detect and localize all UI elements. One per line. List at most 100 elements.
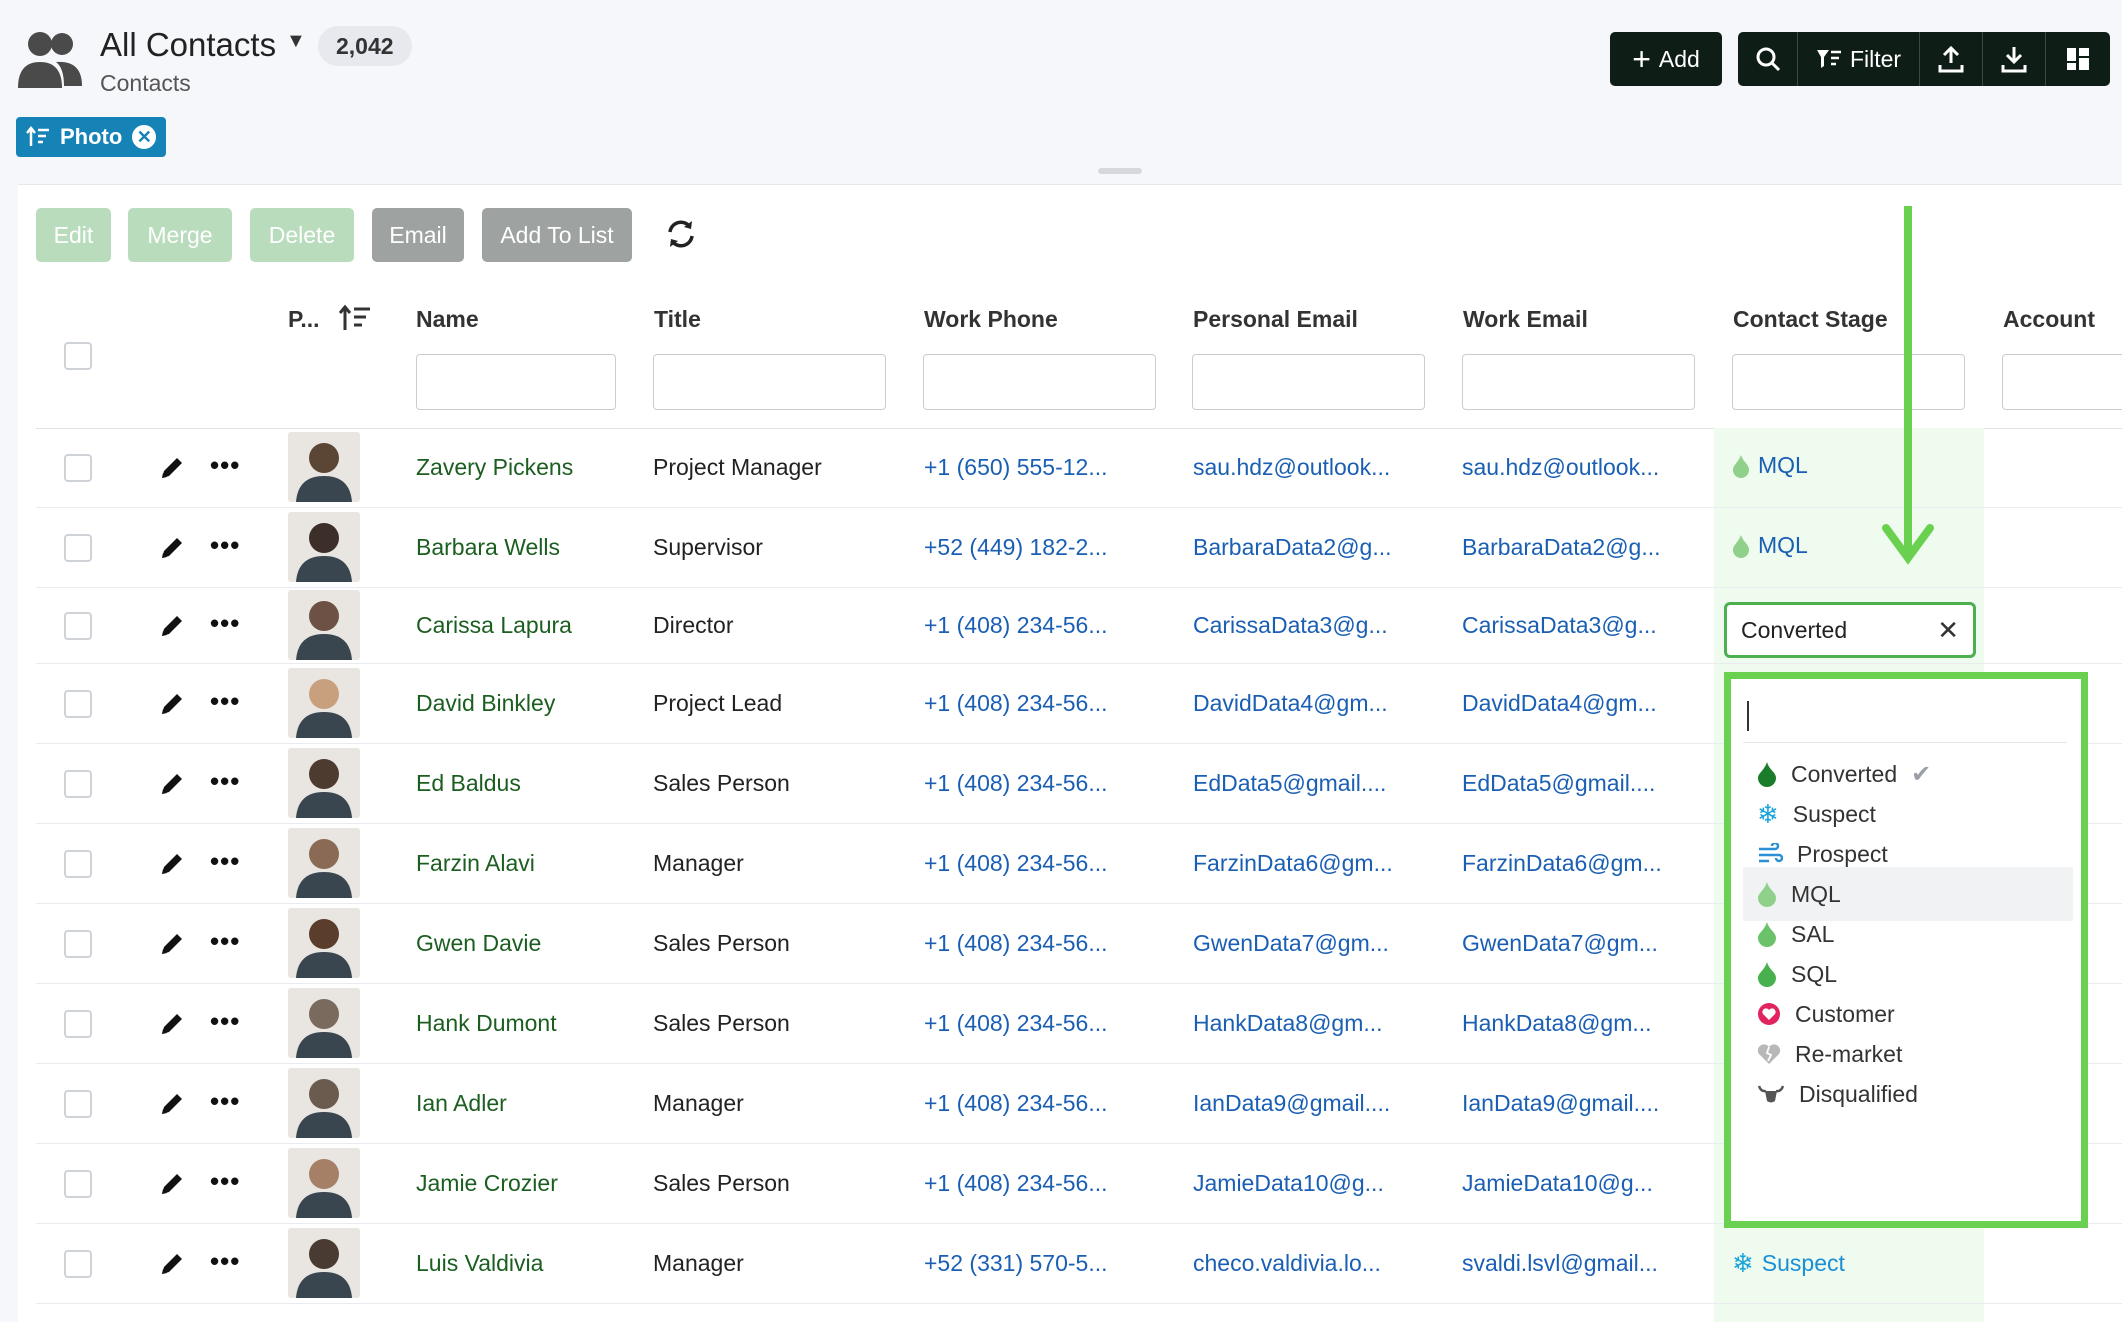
- contact-name-link[interactable]: David Binkley: [416, 690, 555, 717]
- personal-email-link[interactable]: sau.hdz@outlook...: [1193, 454, 1390, 481]
- personal-email-link[interactable]: JamieData10@g...: [1193, 1170, 1384, 1197]
- work-phone-link[interactable]: +1 (408) 234-56...: [924, 612, 1107, 639]
- stage-option-disqualified[interactable]: Disqualified: [1743, 1067, 2073, 1121]
- pencil-icon[interactable]: [158, 1090, 186, 1118]
- contact-name-link[interactable]: Luis Valdivia: [416, 1250, 543, 1277]
- avatar[interactable]: [288, 748, 360, 818]
- more-actions-icon[interactable]: •••: [210, 450, 240, 481]
- contact-name-link[interactable]: Zavery Pickens: [416, 454, 573, 481]
- row-checkbox[interactable]: [64, 850, 92, 878]
- contact-name-link[interactable]: Ian Adler: [416, 1090, 507, 1117]
- column-header-account[interactable]: Account: [2003, 306, 2095, 333]
- contact-stage-pill[interactable]: MQL: [1732, 532, 1808, 559]
- edit-button[interactable]: Edit: [36, 208, 111, 262]
- row-checkbox[interactable]: [64, 1010, 92, 1038]
- pencil-icon[interactable]: [158, 454, 186, 482]
- row-checkbox[interactable]: [64, 930, 92, 958]
- personal-email-link[interactable]: HankData8@gm...: [1193, 1010, 1383, 1037]
- drag-handle[interactable]: [1098, 168, 1142, 174]
- pencil-icon[interactable]: [158, 534, 186, 562]
- avatar[interactable]: [288, 432, 360, 502]
- account-filter-input[interactable]: [2002, 354, 2122, 410]
- work-email-link[interactable]: FarzinData6@gm...: [1462, 850, 1662, 877]
- personal-email-link[interactable]: FarzinData6@gm...: [1193, 850, 1393, 877]
- row-checkbox[interactable]: [64, 534, 92, 562]
- pencil-icon[interactable]: [158, 850, 186, 878]
- work-phone-link[interactable]: +1 (408) 234-56...: [924, 1090, 1107, 1117]
- pencil-icon[interactable]: [158, 690, 186, 718]
- name-filter-input[interactable]: [416, 354, 616, 410]
- contact-name-link[interactable]: Jamie Crozier: [416, 1170, 558, 1197]
- work-email-link[interactable]: DavidData4@gm...: [1462, 690, 1657, 717]
- more-actions-icon[interactable]: •••: [210, 1086, 240, 1117]
- more-actions-icon[interactable]: •••: [210, 1246, 240, 1277]
- row-checkbox[interactable]: [64, 1170, 92, 1198]
- layout-button[interactable]: [2046, 32, 2110, 86]
- contact-stage-pill[interactable]: MQL: [1732, 452, 1808, 479]
- work-phone-link[interactable]: +1 (408) 234-56...: [924, 1170, 1107, 1197]
- contact-name-link[interactable]: Ed Baldus: [416, 770, 521, 797]
- more-actions-icon[interactable]: •••: [210, 608, 240, 639]
- column-header-title[interactable]: Title: [654, 306, 701, 333]
- work-email-link[interactable]: GwenData7@gm...: [1462, 930, 1658, 957]
- row-checkbox[interactable]: [64, 690, 92, 718]
- title-filter-input[interactable]: [653, 354, 886, 410]
- sort-chip-photo[interactable]: Photo ✕: [16, 117, 167, 157]
- avatar[interactable]: [288, 512, 360, 582]
- avatar[interactable]: [288, 668, 360, 738]
- pencil-icon[interactable]: [158, 1010, 186, 1038]
- personal-email-link[interactable]: IanData9@gmail....: [1193, 1090, 1390, 1117]
- avatar[interactable]: [288, 1148, 360, 1218]
- column-header-contact-stage[interactable]: Contact Stage: [1733, 306, 1888, 333]
- work-phone-link[interactable]: +1 (408) 234-56...: [924, 1010, 1107, 1037]
- contact-name-link[interactable]: Hank Dumont: [416, 1010, 557, 1037]
- contact-stage-pill[interactable]: ❄ Suspect: [1732, 1248, 1845, 1279]
- search-button[interactable]: [1738, 32, 1798, 86]
- more-actions-icon[interactable]: •••: [210, 926, 240, 957]
- pencil-icon[interactable]: [158, 930, 186, 958]
- work-email-link[interactable]: HankData8@gm...: [1462, 1010, 1652, 1037]
- pencil-icon[interactable]: [158, 1250, 186, 1278]
- more-actions-icon[interactable]: •••: [210, 530, 240, 561]
- avatar[interactable]: [288, 988, 360, 1058]
- email-button[interactable]: Email: [372, 208, 464, 262]
- column-header-personal-email[interactable]: Personal Email: [1193, 306, 1358, 333]
- row-checkbox[interactable]: [64, 1090, 92, 1118]
- work-phone-link[interactable]: +1 (408) 234-56...: [924, 690, 1107, 717]
- pencil-icon[interactable]: [158, 1170, 186, 1198]
- contact-name-link[interactable]: Carissa Lapura: [416, 612, 572, 639]
- pencil-icon[interactable]: [158, 770, 186, 798]
- work-email-link[interactable]: EdData5@gmail....: [1462, 770, 1655, 797]
- more-actions-icon[interactable]: •••: [210, 1006, 240, 1037]
- personal-email-filter-input[interactable]: [1192, 354, 1425, 410]
- more-actions-icon[interactable]: •••: [210, 686, 240, 717]
- filter-button[interactable]: Filter: [1798, 32, 1920, 86]
- refresh-icon[interactable]: [666, 218, 696, 250]
- work-phone-link[interactable]: +1 (408) 234-56...: [924, 770, 1107, 797]
- work-email-link[interactable]: BarbaraData2@g...: [1462, 534, 1661, 561]
- work-phone-link[interactable]: +52 (449) 182-2...: [924, 534, 1107, 561]
- avatar[interactable]: [288, 590, 360, 660]
- work-email-link[interactable]: svaldi.lsvl@gmail...: [1462, 1250, 1658, 1277]
- more-actions-icon[interactable]: •••: [210, 1166, 240, 1197]
- personal-email-link[interactable]: DavidData4@gm...: [1193, 690, 1388, 717]
- remove-chip-icon[interactable]: ✕: [132, 125, 157, 149]
- row-checkbox[interactable]: [64, 1250, 92, 1278]
- contact-name-link[interactable]: Farzin Alavi: [416, 850, 535, 877]
- work-email-link[interactable]: CarissaData3@g...: [1462, 612, 1657, 639]
- contact-name-link[interactable]: Barbara Wells: [416, 534, 560, 561]
- contact-name-link[interactable]: Gwen Davie: [416, 930, 541, 957]
- more-actions-icon[interactable]: •••: [210, 846, 240, 877]
- work-phone-link[interactable]: +52 (331) 570-5...: [924, 1250, 1107, 1277]
- work-phone-link[interactable]: +1 (408) 234-56...: [924, 850, 1107, 877]
- column-header-work-email[interactable]: Work Email: [1463, 306, 1588, 333]
- personal-email-link[interactable]: EdData5@gmail....: [1193, 770, 1386, 797]
- stage-search-input[interactable]: [1743, 689, 2067, 743]
- work-phone-link[interactable]: +1 (408) 234-56...: [924, 930, 1107, 957]
- personal-email-link[interactable]: BarbaraData2@g...: [1193, 534, 1392, 561]
- sort-icon[interactable]: [338, 304, 372, 332]
- download-button[interactable]: [1983, 32, 2046, 86]
- delete-button[interactable]: Delete: [250, 208, 354, 262]
- avatar[interactable]: [288, 1068, 360, 1138]
- row-checkbox[interactable]: [64, 454, 92, 482]
